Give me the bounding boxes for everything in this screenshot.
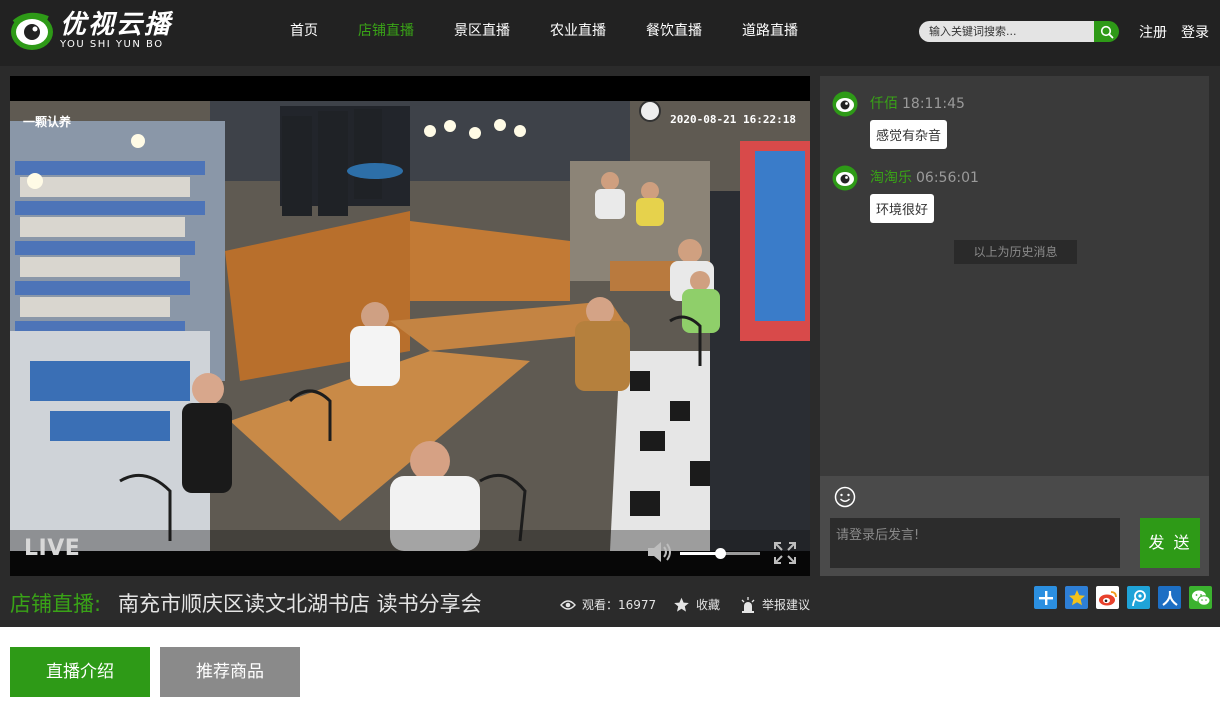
chat-input[interactable] [830, 518, 1120, 568]
stream-title: 南充市顺庆区读文北湖书店 读书分享会 [118, 592, 482, 616]
login-link[interactable]: 登录 [1181, 22, 1209, 42]
share-weibo-button[interactable] [1096, 586, 1119, 609]
search-box [919, 21, 1119, 42]
chat-username[interactable]: 仟佰 [870, 96, 898, 112]
chat-panel: 仟佰 18:11:45 感觉有杂音 淘淘乐 06:56:01 环境很好 以上为历史消… [820, 76, 1209, 576]
share-qzone-button[interactable] [1065, 586, 1088, 609]
video-overlay-timestamp: 2020-08-21 16:22:18 [670, 113, 796, 126]
favorite-label: 收藏 [696, 598, 721, 612]
share-renren-button[interactable] [1158, 586, 1181, 609]
nav-item-scenic-live[interactable]: 景区直播 [434, 0, 530, 62]
bookstore-scene-image [10, 101, 810, 551]
chat-username[interactable]: 淘淘乐 [870, 170, 912, 186]
search-button[interactable] [1094, 21, 1119, 42]
search-icon [1100, 25, 1113, 38]
brand-logo[interactable]: 优视云播 YOU SHI YUN BO [10, 8, 185, 56]
nav-item-shop-live[interactable]: 店铺直播 [338, 0, 434, 62]
chat-bubble: 环境很好 [870, 194, 935, 223]
eye-avatar-icon [832, 165, 858, 191]
fullscreen-icon[interactable] [773, 541, 797, 565]
qzone-star-icon [1068, 589, 1085, 605]
chat-timestamp: 18:11:45 [902, 96, 965, 112]
eye-logo-icon [11, 12, 53, 50]
volume-fill [680, 552, 720, 555]
plus-share-icon [1038, 590, 1053, 605]
volume-knob[interactable] [715, 548, 726, 559]
video-frame[interactable]: 一颗认养 2020-08-21 16:22:18 [10, 101, 810, 551]
top-header: 优视云播 YOU SHI YUN BO 首页 店铺直播 景区直播 农业直播 餐饮… [0, 0, 1220, 66]
chat-message-header: 淘淘乐 06:56:01 [870, 167, 979, 187]
main-nav: 首页 店铺直播 景区直播 农业直播 餐饮直播 道路直播 [270, 0, 818, 62]
nav-item-farm-live[interactable]: 农业直播 [530, 0, 626, 62]
chat-compose-area: 发 送 [820, 476, 1209, 576]
nav-item-home[interactable]: 首页 [270, 0, 338, 62]
live-section: 一颗认养 2020-08-21 16:22:18 LIVE 仟佰 18:11:4… [0, 66, 1220, 627]
share-wechat-button[interactable] [1189, 586, 1212, 609]
share-tencent-weibo-button[interactable] [1127, 586, 1150, 609]
renren-icon [1161, 590, 1178, 606]
tab-recommended-products[interactable]: 推荐商品 [160, 647, 300, 697]
video-overlay-name: 一颗认养 [23, 115, 72, 129]
live-label: LIVE [24, 536, 81, 561]
history-divider: 以上为历史消息 [954, 240, 1077, 264]
report-label: 举报建议 [762, 598, 811, 612]
tencent-weibo-icon [1131, 589, 1146, 606]
brand-subtitle: YOU SHI YUN BO [60, 39, 164, 50]
brand-name: 优视云播 [60, 10, 173, 40]
nav-item-road-live[interactable]: 道路直播 [722, 0, 818, 62]
alarm-icon [741, 596, 755, 613]
nav-item-dining-live[interactable]: 餐饮直播 [626, 0, 722, 62]
video-player[interactable]: 一颗认养 2020-08-21 16:22:18 LIVE [10, 76, 810, 576]
share-more-button[interactable] [1034, 586, 1057, 609]
view-count: 观看：16977 [560, 596, 656, 613]
register-link[interactable]: 注册 [1139, 22, 1167, 42]
eye-avatar-icon [832, 91, 858, 117]
speaker-icon[interactable] [646, 540, 672, 564]
stream-category: 店铺直播: [10, 592, 102, 616]
tab-live-intro[interactable]: 直播介绍 [10, 647, 150, 697]
search-input[interactable] [919, 21, 1095, 42]
chat-timestamp: 06:56:01 [916, 170, 979, 186]
view-count-label: 观看：16977 [582, 598, 657, 612]
favorite-button[interactable]: 收藏 [673, 596, 720, 613]
chat-message-header: 仟佰 18:11:45 [870, 93, 965, 113]
send-button[interactable]: 发 送 [1140, 518, 1200, 568]
wechat-icon [1191, 590, 1210, 606]
smiley-icon[interactable] [834, 486, 856, 508]
volume-slider[interactable] [680, 548, 760, 559]
chat-bubble: 感觉有杂音 [870, 120, 948, 149]
star-icon [674, 597, 689, 612]
weibo-icon [1098, 590, 1117, 605]
report-button[interactable]: 举报建议 [740, 596, 810, 613]
eye-icon [560, 599, 576, 610]
